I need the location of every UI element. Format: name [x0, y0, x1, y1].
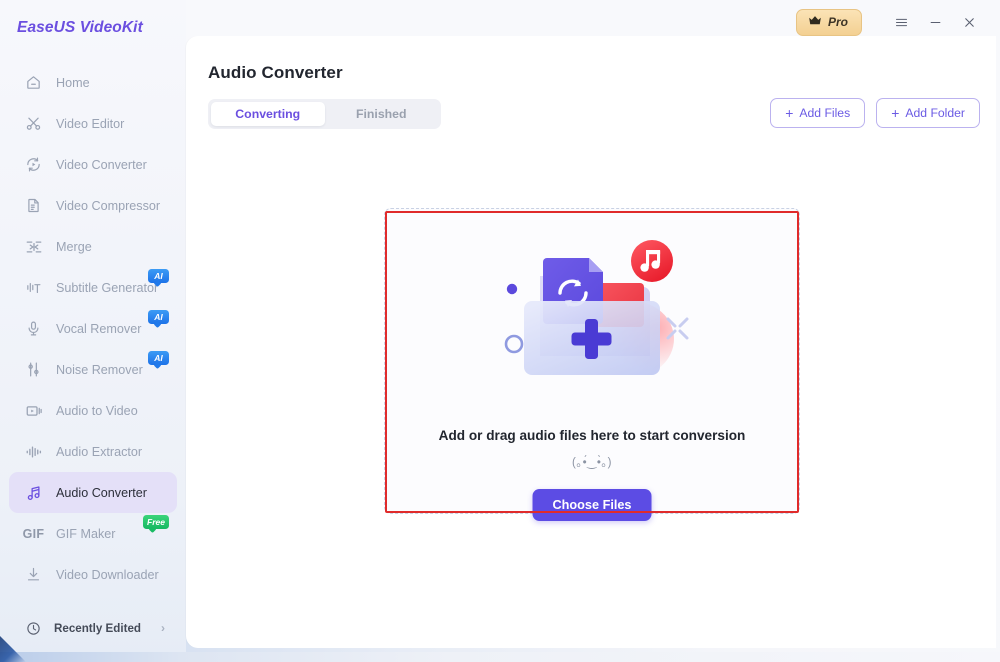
- crown-icon: [808, 15, 822, 29]
- file-dropzone[interactable]: Add or drag audio files here to start co…: [384, 208, 800, 521]
- sidebar-item-vocal-remover[interactable]: Vocal Remover AI: [9, 308, 177, 349]
- download-icon: [23, 564, 44, 585]
- chevron-right-icon: ›: [161, 621, 165, 635]
- clock-icon: [23, 618, 43, 638]
- sidebar-item-label: Video Compressor: [56, 198, 161, 213]
- sidebar-item-audio-extractor[interactable]: Audio Extractor: [9, 431, 177, 472]
- sidebar-item-recently-edited[interactable]: Recently Edited ›: [9, 609, 177, 647]
- dropzone-title: Add or drag audio files here to start co…: [438, 428, 746, 443]
- sidebar-item-label: GIF Maker: [56, 526, 116, 541]
- action-buttons: + Add Files + Add Folder: [770, 98, 980, 128]
- sidebar-item-label: Noise Remover: [56, 362, 143, 377]
- sidebar-nav: Home Video Editor Video Converter Video …: [0, 56, 186, 595]
- sidebar-item-label: Merge: [56, 239, 92, 254]
- hamburger-menu-icon[interactable]: [884, 5, 918, 39]
- main-panel: Audio Converter Converting Finished + Ad…: [186, 36, 996, 648]
- sidebar-item-label: Audio Extractor: [56, 444, 143, 459]
- ai-badge: AI: [148, 351, 169, 365]
- sidebar-item-merge[interactable]: Merge: [9, 226, 177, 267]
- pro-upgrade-button[interactable]: Pro: [795, 8, 862, 36]
- add-files-button[interactable]: + Add Files: [770, 98, 866, 128]
- scissors-icon: [23, 113, 44, 134]
- sidebar-item-video-editor[interactable]: Video Editor: [9, 103, 177, 144]
- tab-converting[interactable]: Converting: [211, 102, 325, 126]
- convert-play-icon: [23, 154, 44, 175]
- sidebar-item-audio-converter[interactable]: Audio Converter: [9, 472, 177, 513]
- sidebar-item-subtitle-generator[interactable]: Subtitle Generator AI: [9, 267, 177, 308]
- sidebar-item-video-downloader[interactable]: Video Downloader: [9, 554, 177, 595]
- dropzone-emoticon: (｡•́‿•̀｡): [572, 457, 612, 469]
- sidebar-item-video-compressor[interactable]: Video Compressor: [9, 185, 177, 226]
- sidebar-item-noise-remover[interactable]: Noise Remover AI: [9, 349, 177, 390]
- document-icon: [23, 195, 44, 216]
- add-files-label: Add Files: [799, 106, 851, 120]
- home-icon: [23, 72, 44, 93]
- waveform-icon: [23, 441, 44, 462]
- tab-finished[interactable]: Finished: [325, 102, 439, 126]
- add-folder-label: Add Folder: [905, 106, 965, 120]
- plus-icon: +: [785, 105, 794, 121]
- free-badge: Free: [143, 515, 169, 529]
- ai-badge: AI: [148, 269, 169, 283]
- sidebar-item-label: Audio to Video: [56, 403, 138, 418]
- microphone-icon: [23, 318, 44, 339]
- tab-bar: Converting Finished: [208, 99, 441, 129]
- recently-edited-label: Recently Edited: [54, 621, 141, 635]
- sidebar-item-label: Vocal Remover: [56, 321, 142, 336]
- sidebar-item-audio-to-video[interactable]: Audio to Video: [9, 390, 177, 431]
- sidebar-item-home[interactable]: Home: [9, 62, 177, 103]
- video-camera-icon: [23, 400, 44, 421]
- sidebar-item-video-converter[interactable]: Video Converter: [9, 144, 177, 185]
- bottom-edge-gradient: [0, 652, 1000, 662]
- app-logo: EaseUS VideoKit: [17, 19, 143, 36]
- choose-files-button[interactable]: Choose Files: [532, 489, 652, 521]
- app-window: EaseUS VideoKit Home Video Editor Video …: [0, 0, 1000, 662]
- sidebar-item-label: Video Downloader: [56, 567, 159, 582]
- sidebar-item-label: Audio Converter: [56, 485, 148, 500]
- gif-text-icon: GIF: [22, 526, 45, 541]
- music-note-icon: [23, 482, 44, 503]
- merge-arrows-icon: [23, 236, 44, 257]
- subtitle-icon: [23, 277, 44, 298]
- sidebar: EaseUS VideoKit Home Video Editor Video …: [0, 0, 186, 662]
- add-folder-button[interactable]: + Add Folder: [876, 98, 980, 128]
- minimize-icon[interactable]: [918, 5, 952, 39]
- sidebar-item-label: Video Editor: [56, 116, 125, 131]
- pro-label: Pro: [827, 15, 848, 29]
- ai-badge: AI: [148, 310, 169, 324]
- folder-music-convert-illustration: [492, 231, 692, 396]
- sidebar-item-label: Home: [56, 75, 90, 90]
- sidebar-item-label: Subtitle Generator: [56, 280, 159, 295]
- sidebar-item-label: Video Converter: [56, 157, 147, 172]
- sidebar-item-gif-maker[interactable]: GIF GIF Maker Free: [9, 513, 177, 554]
- plus-icon: +: [891, 105, 900, 121]
- close-icon[interactable]: [952, 5, 986, 39]
- page-title: Audio Converter: [208, 63, 343, 82]
- sliders-icon: [23, 359, 44, 380]
